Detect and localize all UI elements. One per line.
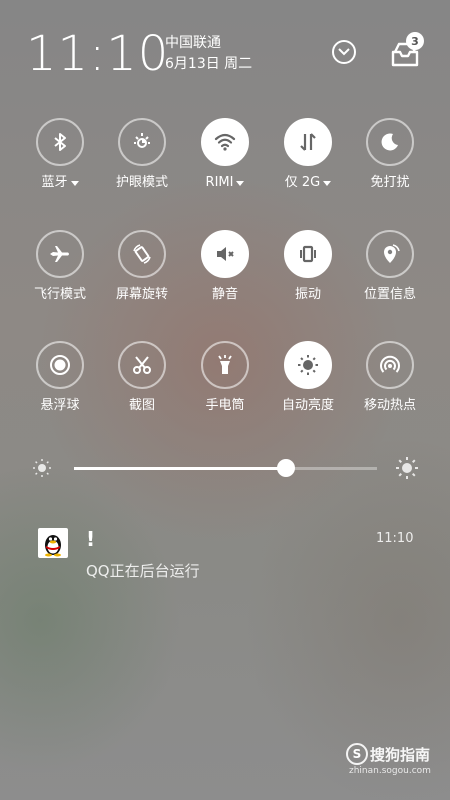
mobile-data-icon [300, 133, 316, 151]
tile-toggle-button[interactable] [118, 118, 166, 166]
tile-toggle-button[interactable] [284, 341, 332, 389]
vibrate-icon [300, 245, 316, 263]
tile-toggle-button[interactable] [118, 341, 166, 389]
inbox-count-badge: 3 [406, 32, 424, 50]
tile-label-text: 截图 [128, 398, 155, 413]
date-text: 6月13日 周二 [165, 56, 253, 72]
tile-mobile-data[interactable]: 仅 2G [263, 118, 353, 191]
tile-flashlight[interactable]: 手电筒 [180, 341, 270, 414]
eye-care-icon [134, 133, 150, 148]
tile-label-text: 屏幕旋转 [115, 287, 168, 302]
tile-label: 飞行模式 [34, 287, 86, 303]
tile-label: 截图 [129, 398, 155, 414]
tile-label: 护眼模式 [116, 175, 168, 191]
tile-label-text: 仅 2G [284, 175, 321, 190]
tile-location[interactable]: 位置信息 [345, 230, 435, 303]
bluetooth-icon [54, 133, 66, 151]
clock-time: 11:10 [26, 26, 170, 82]
auto-brightness-icon [298, 355, 318, 375]
location-icon [384, 244, 400, 263]
tile-label-text: 静音 [211, 287, 238, 302]
tile-airplane[interactable]: 飞行模式 [15, 230, 105, 303]
tile-toggle-button[interactable] [36, 341, 84, 389]
tile-moon[interactable]: 免打扰 [345, 118, 435, 191]
tile-label-text: 飞行模式 [33, 287, 86, 302]
sogou-logo-icon: S [346, 743, 368, 765]
carrier-name: 中国联通 [165, 35, 221, 51]
tile-toggle-button[interactable] [366, 341, 414, 389]
tile-toggle-button[interactable] [36, 230, 84, 278]
tile-label-text: 悬浮球 [40, 398, 80, 413]
mute-icon [217, 247, 234, 261]
chevron-down-icon [338, 48, 350, 56]
tile-label-text: 蓝牙 [41, 175, 68, 190]
tile-wifi[interactable]: RIMI [180, 118, 270, 191]
tile-label-text: 振动 [294, 287, 321, 302]
tile-label[interactable]: RIMI [206, 175, 245, 191]
tile-label-text: 免打扰 [370, 175, 410, 190]
notification-title: ! [86, 527, 96, 551]
tile-auto-brightness[interactable]: 自动亮度 [263, 341, 353, 414]
brightness-high-icon [396, 457, 418, 479]
tile-label[interactable]: 仅 2G [284, 175, 332, 191]
floating-ball-icon [50, 355, 70, 375]
tile-toggle-button[interactable] [201, 341, 249, 389]
tile-rotate[interactable]: 屏幕旋转 [97, 230, 187, 303]
tile-label: 自动亮度 [282, 398, 334, 414]
tile-toggle-button[interactable] [118, 230, 166, 278]
notification-text: QQ正在后台运行 [86, 562, 200, 580]
tile-eye-care[interactable]: 护眼模式 [97, 118, 187, 191]
brightness-slider-thumb[interactable] [277, 459, 295, 477]
watermark-name: 搜狗指南 [370, 746, 431, 764]
wifi-icon [214, 133, 236, 151]
tile-label: 位置信息 [364, 287, 416, 303]
tile-label: 悬浮球 [40, 398, 79, 414]
hotspot-icon [380, 355, 400, 373]
expand-toggles-button[interactable] [332, 40, 356, 64]
moon-icon [381, 133, 398, 151]
tile-label-text: 手电筒 [205, 398, 245, 413]
tile-label: 手电筒 [205, 398, 244, 414]
brightness-slider-fill [74, 467, 286, 470]
tile-label: 屏幕旋转 [116, 287, 168, 303]
dropdown-caret-icon[interactable] [236, 180, 245, 186]
qq-penguin-icon [38, 528, 68, 558]
tile-floating-ball[interactable]: 悬浮球 [15, 341, 105, 414]
notification-inbox-button[interactable]: 3 [390, 32, 424, 68]
tile-mute[interactable]: 静音 [180, 230, 270, 303]
scissors-icon [133, 356, 151, 374]
tile-label: 免打扰 [370, 175, 409, 191]
tile-toggle-button[interactable] [284, 118, 332, 166]
tile-label-text: 护眼模式 [115, 175, 168, 190]
tile-toggle-button[interactable] [201, 118, 249, 166]
dropdown-caret-icon[interactable] [323, 180, 332, 186]
notification-time: 11:10 [376, 531, 414, 546]
brightness-low-icon [33, 459, 51, 477]
tile-toggle-button[interactable] [366, 118, 414, 166]
tile-label-text: 位置信息 [363, 287, 416, 302]
tile-toggle-button[interactable] [366, 230, 414, 278]
tile-bluetooth[interactable]: 蓝牙 [15, 118, 105, 191]
tile-scissors[interactable]: 截图 [97, 341, 187, 414]
tile-label: 振动 [295, 287, 321, 303]
dropdown-caret-icon[interactable] [70, 180, 79, 186]
tile-label: 静音 [212, 287, 238, 303]
tile-hotspot[interactable]: 移动热点 [345, 341, 435, 414]
tile-label-text: 自动亮度 [281, 398, 334, 413]
rotate-icon [133, 244, 151, 264]
airplane-icon [50, 246, 69, 262]
flashlight-icon [218, 355, 232, 374]
tile-label-text: 移动热点 [363, 398, 416, 413]
watermark-url: zhinan.sogou.com [349, 766, 431, 776]
tile-toggle-button[interactable] [201, 230, 249, 278]
tile-label-text: RIMI [205, 175, 234, 190]
tile-vibrate[interactable]: 振动 [263, 230, 353, 303]
tile-toggle-button[interactable] [284, 230, 332, 278]
tile-toggle-button[interactable] [36, 118, 84, 166]
tile-label[interactable]: 蓝牙 [41, 175, 79, 191]
tile-label: 移动热点 [364, 398, 416, 414]
